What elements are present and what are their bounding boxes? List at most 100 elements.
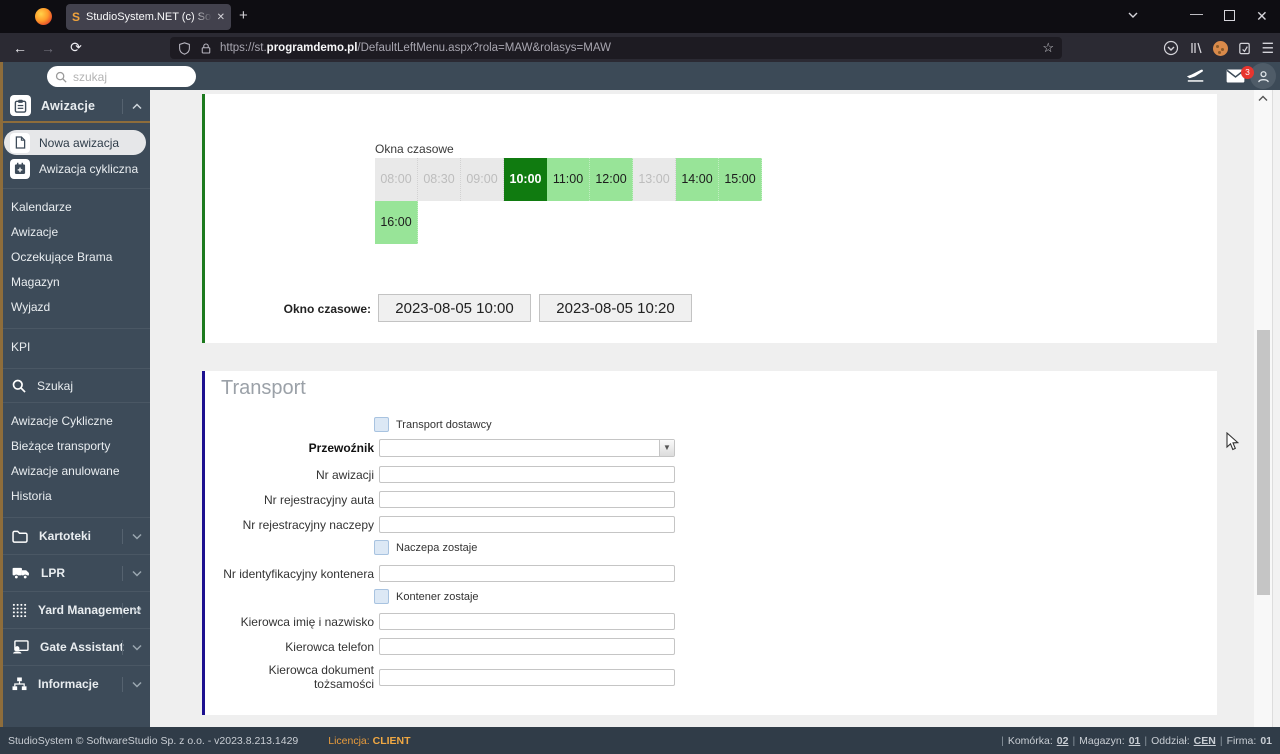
kontener-zostaje-checkbox[interactable] — [374, 589, 389, 604]
sidebar-item-awizacja-cykliczna[interactable]: Awizacja cykliczna — [4, 156, 146, 181]
sidebar-links-kpi: KPI — [0, 328, 150, 368]
field-label: Kierowca dokument tożsamości — [268, 663, 374, 691]
new-tab-button[interactable]: + — [239, 8, 248, 24]
sidebar-section-kartoteki[interactable]: Kartoteki — [0, 517, 150, 554]
tab-close-icon[interactable]: ✕ — [217, 12, 225, 23]
search-input[interactable] — [73, 69, 173, 84]
chevron-down-icon[interactable] — [122, 602, 142, 618]
search-icon — [12, 379, 26, 393]
time-slot: 08:00 — [375, 158, 418, 201]
time-slot: 08:30 — [418, 158, 461, 201]
sidebar: Awizacje Nowa awizacja Awizacja cykliczn… — [0, 90, 150, 727]
time-windows-panel: Okna czasowe 08:00 08:30 09:00 10:00 11:… — [202, 94, 1217, 343]
status-magazyn-value[interactable]: 01 — [1129, 735, 1141, 747]
sidebar-item-magazyn[interactable]: Magazyn — [0, 270, 150, 295]
url-bar[interactable]: https://st.programdemo.pl/DefaultLeftMen… — [170, 37, 1062, 59]
time-slot-selected[interactable]: 10:00 — [504, 158, 547, 201]
user-avatar[interactable] — [1250, 63, 1276, 89]
sidebar-section-gate-assistant[interactable]: Gate Assistant — [0, 628, 150, 665]
sidebar-links-group-2: Awizacje Cykliczne Bieżące transporty Aw… — [0, 402, 150, 517]
site-favicon-icon: S — [72, 10, 81, 24]
sidebar-item-biezace-transporty[interactable]: Bieżące transporty — [0, 434, 150, 459]
time-slot[interactable]: 11:00 — [547, 158, 590, 201]
app-search-box[interactable] — [47, 66, 196, 87]
library-icon[interactable] — [1188, 40, 1204, 56]
sidebar-item-nowa-awizacja[interactable]: Nowa awizacja — [4, 130, 146, 155]
menu-icon[interactable]: ☰ — [1261, 40, 1274, 57]
sidebar-accent-strip — [0, 62, 3, 727]
window-close-button[interactable]: ✕ — [1256, 8, 1268, 25]
person-icon — [1257, 70, 1269, 82]
window-start-button[interactable]: 2023-08-05 10:00 — [378, 294, 531, 322]
window-maximize-button[interactable] — [1224, 10, 1235, 21]
tracking-shield-icon[interactable] — [178, 41, 191, 55]
time-slot[interactable]: 12:00 — [590, 158, 633, 201]
nr-rejestracyjny-naczepy-input[interactable] — [379, 516, 675, 533]
sidebar-section-lpr[interactable]: LPR — [0, 554, 150, 591]
scrollbar-up-arrow-icon[interactable] — [1254, 92, 1272, 102]
sidebar-item-oczekujace-brama[interactable]: Oczekujące Brama — [0, 245, 150, 270]
naczepa-zostaje-checkbox[interactable] — [374, 540, 389, 555]
status-magazyn-label: Magazyn: — [1079, 734, 1125, 747]
kierowca-telefon-input[interactable] — [379, 638, 675, 655]
sitemap-icon — [12, 677, 27, 691]
pocket-icon[interactable] — [1163, 40, 1179, 56]
departures-icon[interactable] — [1186, 67, 1206, 84]
nr-awizacji-input[interactable] — [379, 466, 675, 483]
lock-icon[interactable] — [200, 42, 212, 55]
url-text: https://st.programdemo.pl/DefaultLeftMen… — [220, 42, 611, 54]
browser-titlebar: S StudioSystem.NET (c) Software ✕ + — ✕ — [0, 0, 1280, 33]
przewoznik-row: Przewoźnik ▼ — [210, 439, 675, 457]
status-komorka-value[interactable]: 02 — [1057, 735, 1069, 747]
kierowca-dokument-row: Kierowca dokument tożsamości — [210, 663, 675, 691]
reload-button[interactable]: ⟳ — [62, 39, 90, 56]
kierowca-imie-input[interactable] — [379, 613, 675, 630]
folder-icon — [12, 530, 28, 543]
sidebar-item-awizacje[interactable]: Awizacje — [0, 220, 150, 245]
tab-list-chevron-icon[interactable] — [1127, 9, 1139, 21]
sidebar-item-awizacje-cykliczne[interactable]: Awizacje Cykliczne — [0, 409, 150, 434]
sidebar-item-awizacje-anulowane[interactable]: Awizacje anulowane — [0, 459, 150, 484]
truck-icon — [12, 567, 29, 580]
time-slot[interactable]: 14:00 — [676, 158, 719, 201]
kierowca-dokument-input[interactable] — [379, 668, 675, 686]
scrollbar-thumb[interactable] — [1257, 330, 1270, 595]
transport-dostawcy-checkbox[interactable] — [374, 417, 389, 432]
mouse-cursor — [1226, 432, 1240, 451]
chevron-down-icon[interactable] — [122, 528, 142, 544]
calendar-plus-icon — [10, 158, 30, 179]
chevron-down-icon[interactable] — [122, 565, 142, 581]
back-button[interactable]: ← — [6, 40, 34, 56]
dropdown-arrow-icon[interactable]: ▼ — [659, 440, 674, 456]
okno-czasowe-label: Okno czasowe: — [283, 302, 371, 316]
window-minimize-button[interactable]: — — [1190, 6, 1203, 21]
sidebar-item-kpi[interactable]: KPI — [0, 335, 150, 360]
cookie-extension-icon[interactable] — [1213, 40, 1229, 56]
chevron-down-icon[interactable] — [122, 639, 142, 655]
nr-rejestracyjny-auta-input[interactable] — [379, 491, 675, 508]
sidebar-item-wyjazd[interactable]: Wyjazd — [0, 295, 150, 320]
window-end-button[interactable]: 2023-08-05 10:20 — [539, 294, 692, 322]
sidebar-section-informacje[interactable]: Informacje — [0, 665, 150, 702]
chevron-down-icon[interactable] — [122, 676, 142, 692]
przewoznik-select[interactable]: ▼ — [379, 439, 675, 457]
sidebar-item-kalendarze[interactable]: Kalendarze — [0, 195, 150, 220]
page-scrollbar[interactable] — [1254, 90, 1272, 727]
bookmark-star-icon[interactable]: ☆ — [1042, 40, 1054, 56]
forward-button[interactable]: → — [34, 40, 62, 56]
browser-tab[interactable]: S StudioSystem.NET (c) Software ✕ — [66, 4, 231, 30]
sidebar-section-awizacje[interactable]: Awizacje — [0, 90, 150, 123]
status-oddzial-label: Oddział: — [1151, 734, 1190, 747]
time-slot[interactable]: 15:00 — [719, 158, 762, 201]
status-oddzial-value[interactable]: CEN — [1194, 735, 1216, 747]
nr-identyfikacyjny-kontenera-input[interactable] — [379, 565, 675, 582]
sidebar-item-szukaj[interactable]: Szukaj — [0, 368, 150, 402]
extension-icon[interactable] — [1237, 41, 1252, 56]
license-value[interactable]: CLIENT — [373, 735, 411, 747]
time-slot[interactable]: 16:00 — [375, 201, 418, 244]
chevron-up-icon[interactable] — [122, 99, 142, 114]
firefox-icon[interactable] — [35, 8, 52, 25]
sidebar-item-historia[interactable]: Historia — [0, 484, 150, 509]
document-icon — [10, 132, 30, 153]
sidebar-section-yard-management[interactable]: Yard Management — [0, 591, 150, 628]
